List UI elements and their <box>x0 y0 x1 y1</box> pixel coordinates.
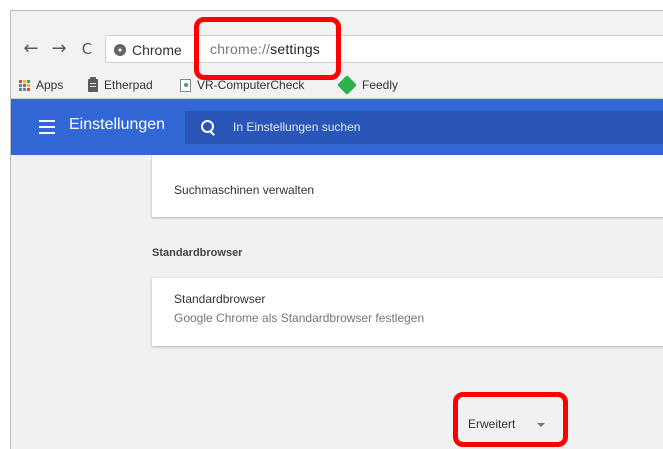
page-icon <box>180 78 191 92</box>
back-button[interactable]: ← <box>21 39 41 59</box>
url-highlight-callout <box>194 17 341 80</box>
bookmark-apps[interactable]: Apps <box>19 76 63 94</box>
manage-search-engines-link[interactable]: Suchmaschinen verwalten <box>174 183 314 197</box>
search-engines-card: Suchmaschinen verwalten <box>152 155 663 217</box>
page-title: Einstellungen <box>69 116 166 133</box>
bookmark-feedly[interactable]: Feedly <box>337 75 399 95</box>
section-title-default-browser: Standardbrowser <box>152 247 243 259</box>
bookmark-label: Apps <box>36 78 64 92</box>
reload-button[interactable]: C <box>77 39 97 59</box>
settings-search-input[interactable]: In Einstellungen suchen <box>185 111 663 144</box>
site-info-chip[interactable]: Chrome <box>114 40 182 60</box>
search-placeholder: In Einstellungen suchen <box>233 120 361 134</box>
default-browser-subtitle: Google Chrome als Standardbrowser festle… <box>174 311 425 325</box>
default-browser-card[interactable]: Standardbrowser Google Chrome als Standa… <box>152 278 663 346</box>
site-name: Chrome <box>132 42 182 58</box>
feedly-icon <box>337 75 357 95</box>
reload-icon: C <box>81 40 93 58</box>
forward-arrow-icon: → <box>51 38 67 59</box>
advanced-highlight-callout <box>453 392 568 447</box>
back-arrow-icon: ← <box>23 38 39 59</box>
clipboard-icon <box>88 76 98 92</box>
bookmark-label: Etherpad <box>104 78 153 92</box>
bookmark-label: Feedly <box>362 78 399 92</box>
bookmark-etherpad[interactable]: Etherpad <box>88 76 153 94</box>
settings-header: Einstellungen In Einstellungen suchen <box>11 99 663 155</box>
chrome-icon <box>114 44 126 56</box>
bookmark-label: VR-ComputerCheck <box>197 78 305 92</box>
default-browser-title: Standardbrowser <box>174 292 266 306</box>
apps-grid-icon <box>19 79 30 91</box>
address-bar[interactable]: Chrome chrome://settings <box>105 35 663 63</box>
search-icon <box>201 120 215 134</box>
hamburger-menu-icon[interactable] <box>39 120 55 134</box>
forward-button[interactable]: → <box>49 39 69 59</box>
